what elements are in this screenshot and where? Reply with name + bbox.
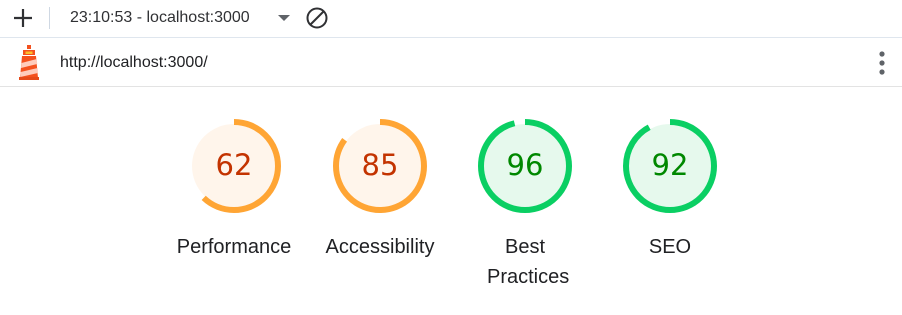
report-url-bar: http://localhost:3000/ <box>0 39 902 87</box>
toolbar-divider <box>49 7 50 29</box>
gauge-accessibility[interactable]: 85 Accessibility <box>310 116 450 262</box>
more-vertical-icon[interactable] <box>872 50 892 76</box>
gauge-label: Accessibility <box>325 236 435 258</box>
gauge-seo[interactable]: 92 SEO <box>600 116 740 262</box>
score-gauges: 62 Performance 85 Accessibility 96 Best … <box>0 88 902 315</box>
gauge-performance[interactable]: 62 Performance <box>164 116 304 262</box>
gauge-score: 85 <box>361 148 399 182</box>
block-icon[interactable] <box>305 6 329 30</box>
gauge-best-practices[interactable]: 96 Best Practices <box>455 116 595 292</box>
plus-icon[interactable] <box>12 7 34 29</box>
gauge-score: 62 <box>215 148 253 182</box>
gauge-score: 92 <box>651 148 689 182</box>
caret-down-icon[interactable] <box>276 10 292 26</box>
gauge-label: Performance <box>176 236 292 258</box>
gauge-label: Best Practices <box>487 236 570 288</box>
lighthouse-icon <box>19 45 39 80</box>
report-url[interactable]: http://localhost:3000/ <box>60 53 208 73</box>
gauge-score: 96 <box>506 148 544 182</box>
gauge-label: SEO <box>648 236 692 258</box>
devtools-toolbar: 23:10:53 - localhost:3000 <box>0 0 902 38</box>
report-selector-label[interactable]: 23:10:53 - localhost:3000 <box>70 8 250 28</box>
